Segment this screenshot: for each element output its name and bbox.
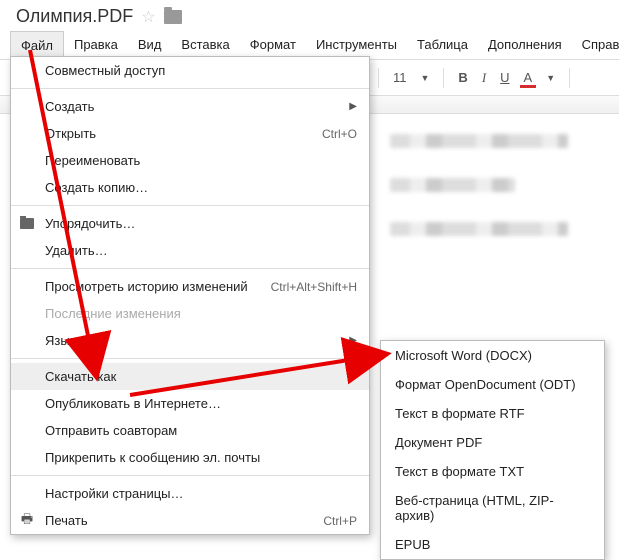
folder-icon — [19, 216, 35, 232]
menu-edit[interactable]: Правка — [64, 31, 128, 59]
bold-button[interactable]: B — [454, 68, 471, 87]
menu-item-attach-email[interactable]: Прикрепить к сообщению эл. почты — [11, 444, 369, 471]
menu-item-page-setup[interactable]: Настройки страницы… — [11, 480, 369, 507]
title-bar: Олимпия.PDF ☆ — [0, 0, 619, 31]
submenu-item-txt[interactable]: Текст в формате TXT — [381, 457, 604, 486]
text-color-dropdown-icon[interactable]: ▼ — [542, 71, 559, 85]
menu-item-label: Отправить соавторам — [45, 423, 177, 438]
shortcut-label: Ctrl+P — [323, 514, 357, 528]
submenu-item-docx[interactable]: Microsoft Word (DOCX) — [381, 341, 604, 370]
shortcut-label: Ctrl+Alt+Shift+H — [271, 280, 357, 294]
submenu-item-label: Формат OpenDocument (ODT) — [395, 377, 576, 392]
menu-item-organize[interactable]: Упорядочить… — [11, 210, 369, 237]
submenu-arrow-icon: ▶ — [349, 335, 357, 346]
font-size-value[interactable]: 11 — [389, 68, 411, 87]
menu-item-history[interactable]: Просмотреть историю изменений Ctrl+Alt+S… — [11, 273, 369, 300]
menu-item-download-as[interactable]: Скачать как ▶ — [11, 363, 369, 390]
menu-item-label: Настройки страницы… — [45, 486, 184, 501]
document-title[interactable]: Олимпия.PDF — [16, 6, 133, 27]
menu-tools[interactable]: Инструменты — [306, 31, 407, 59]
submenu-arrow-icon: ▶ — [349, 371, 357, 382]
star-icon[interactable]: ☆ — [141, 7, 155, 27]
menu-item-label: Открыть — [45, 126, 96, 141]
menu-item-recent: Последние изменения — [11, 300, 369, 327]
menu-item-label: Язык — [45, 333, 75, 348]
menu-item-label: Последние изменения — [45, 306, 181, 321]
menu-item-label: Совместный доступ — [45, 63, 165, 78]
menu-item-label: Просмотреть историю изменений — [45, 279, 248, 294]
menu-item-label: Печать — [45, 513, 88, 528]
menu-item-label: Создать копию… — [45, 180, 148, 195]
menu-item-label: Удалить… — [45, 243, 108, 258]
submenu-item-label: Текст в формате RTF — [395, 406, 525, 421]
folder-icon[interactable] — [164, 10, 182, 24]
menu-item-label: Переименовать — [45, 153, 140, 168]
menu-item-make-copy[interactable]: Создать копию… — [11, 174, 369, 201]
menu-view[interactable]: Вид — [128, 31, 172, 59]
submenu-item-label: Веб-страница (HTML, ZIP-архив) — [395, 493, 554, 523]
menu-item-open[interactable]: Открыть Ctrl+O — [11, 120, 369, 147]
menu-format[interactable]: Формат — [240, 31, 306, 59]
submenu-item-label: EPUB — [395, 537, 430, 552]
menu-table[interactable]: Таблица — [407, 31, 478, 59]
menu-help[interactable]: Справка — [572, 31, 619, 59]
download-as-submenu: Microsoft Word (DOCX) Формат OpenDocumen… — [380, 340, 605, 560]
submenu-item-label: Текст в формате TXT — [395, 464, 524, 479]
shortcut-label: Ctrl+O — [322, 127, 357, 141]
file-menu-dropdown: Совместный доступ Создать ▶ Открыть Ctrl… — [10, 56, 370, 535]
underline-button[interactable]: U — [496, 68, 513, 87]
text-line — [390, 134, 568, 148]
text-line — [390, 178, 515, 192]
menu-item-email-collab[interactable]: Отправить соавторам — [11, 417, 369, 444]
submenu-item-rtf[interactable]: Текст в формате RTF — [381, 399, 604, 428]
print-icon: 🖶 — [19, 513, 35, 529]
text-color-button[interactable]: A — [520, 68, 537, 88]
submenu-item-label: Документ PDF — [395, 435, 482, 450]
submenu-item-html[interactable]: Веб-страница (HTML, ZIP-архив) — [381, 486, 604, 530]
text-line — [390, 222, 568, 236]
submenu-item-odt[interactable]: Формат OpenDocument (ODT) — [381, 370, 604, 399]
font-size-dropdown-icon[interactable]: ▼ — [417, 71, 434, 85]
menu-item-publish[interactable]: Опубликовать в Интернете… — [11, 390, 369, 417]
menu-item-create[interactable]: Создать ▶ — [11, 93, 369, 120]
menu-item-print[interactable]: 🖶 Печать Ctrl+P — [11, 507, 369, 534]
menu-item-label: Скачать как — [45, 369, 116, 384]
menu-file[interactable]: Файл — [10, 31, 64, 59]
menu-item-label: Прикрепить к сообщению эл. почты — [45, 450, 260, 465]
submenu-item-label: Microsoft Word (DOCX) — [395, 348, 532, 363]
menu-item-label: Создать — [45, 99, 94, 114]
menu-item-share[interactable]: Совместный доступ — [11, 57, 369, 84]
menu-item-label: Упорядочить… — [45, 216, 135, 231]
italic-button[interactable]: I — [478, 68, 490, 88]
menu-item-label: Опубликовать в Интернете… — [45, 396, 221, 411]
submenu-arrow-icon: ▶ — [349, 101, 357, 112]
menu-item-rename[interactable]: Переименовать — [11, 147, 369, 174]
menu-item-language[interactable]: Язык ▶ — [11, 327, 369, 354]
menu-addons[interactable]: Дополнения — [478, 31, 572, 59]
menu-insert[interactable]: Вставка — [171, 31, 239, 59]
submenu-item-pdf[interactable]: Документ PDF — [381, 428, 604, 457]
menu-item-delete[interactable]: Удалить… — [11, 237, 369, 264]
